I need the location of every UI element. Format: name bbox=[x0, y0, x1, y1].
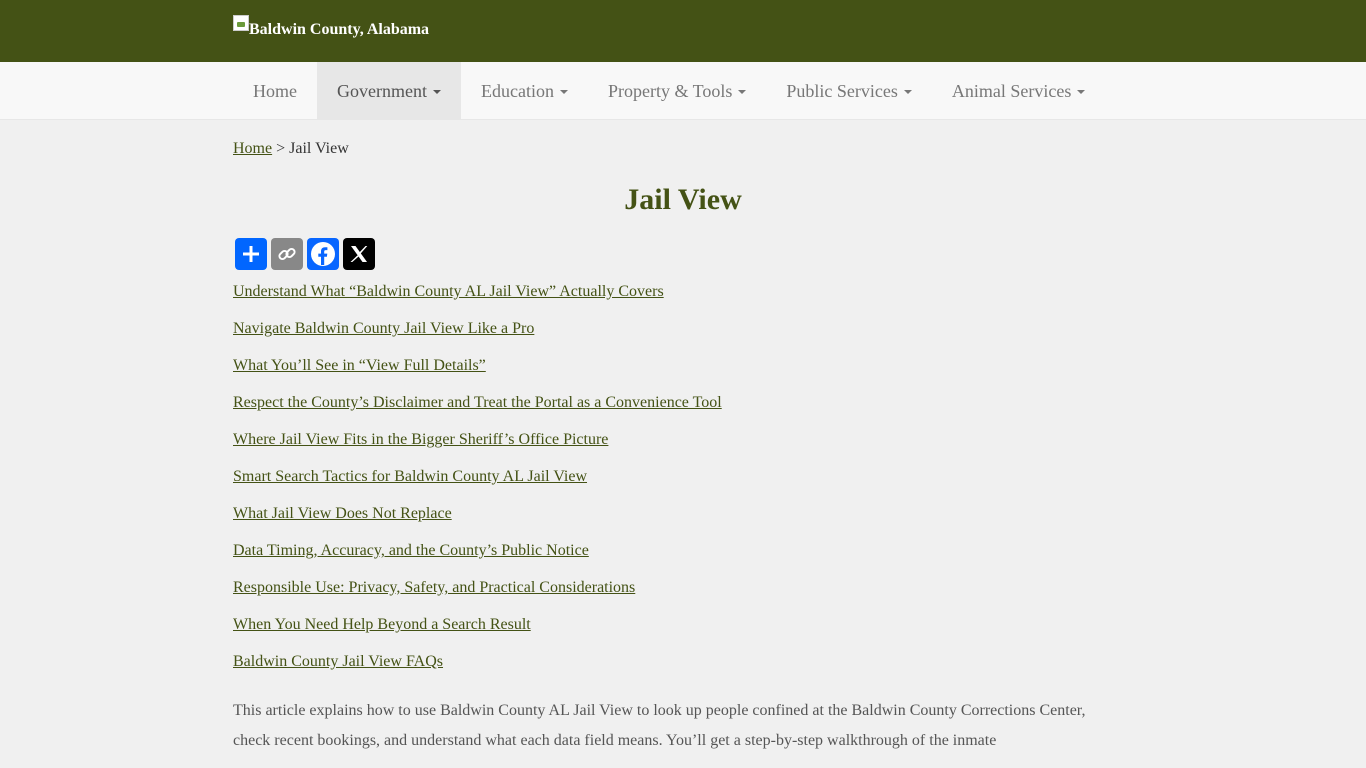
toc-link[interactable]: Where Jail View Fits in the Bigger Sheri… bbox=[233, 431, 608, 448]
nav-label: Animal Services bbox=[951, 80, 1072, 101]
x-icon bbox=[350, 246, 368, 262]
toc-item: Baldwin County Jail View FAQs bbox=[233, 651, 1133, 672]
toc-item: Data Timing, Accuracy, and the County’s … bbox=[233, 540, 1133, 561]
nav-label: Home bbox=[253, 80, 297, 101]
facebook-icon bbox=[311, 242, 335, 266]
toc-item: Smart Search Tactics for Baldwin County … bbox=[233, 466, 1133, 487]
caret-down-icon bbox=[738, 90, 747, 94]
caret-down-icon bbox=[432, 90, 441, 94]
page-title: Jail View bbox=[624, 183, 742, 216]
toc-link[interactable]: Data Timing, Accuracy, and the County’s … bbox=[233, 542, 589, 559]
toc-link[interactable]: Smart Search Tactics for Baldwin County … bbox=[233, 468, 587, 485]
share-icon bbox=[243, 246, 259, 262]
caret-down-icon bbox=[559, 90, 568, 94]
share-button[interactable] bbox=[235, 238, 267, 270]
main-content: Home > Jail View Jail View Understand Wh… bbox=[233, 120, 1133, 756]
breadcrumb-home-link[interactable]: Home bbox=[233, 140, 272, 157]
toc-link[interactable]: Responsible Use: Privacy, Safety, and Pr… bbox=[233, 579, 635, 596]
broken-image-icon bbox=[233, 15, 249, 31]
main-nav: Home Government Education Property & Too… bbox=[233, 62, 1105, 120]
toc-link[interactable]: Baldwin County Jail View FAQs bbox=[233, 653, 443, 670]
logo-alt-text: Baldwin County, Alabama bbox=[249, 21, 430, 38]
breadcrumb: Home > Jail View bbox=[233, 140, 1133, 158]
nav-item-home[interactable]: Home bbox=[233, 62, 317, 120]
toc-item: What You’ll See in “View Full Details” bbox=[233, 355, 1133, 376]
copy-link-button[interactable] bbox=[271, 238, 303, 270]
caret-down-icon bbox=[1077, 90, 1086, 94]
toc-item: Understand What “Baldwin County AL Jail … bbox=[233, 281, 1133, 302]
x-share-button[interactable] bbox=[343, 238, 375, 270]
toc-item: When You Need Help Beyond a Search Resul… bbox=[233, 614, 1133, 635]
toc-item: Navigate Baldwin County Jail View Like a… bbox=[233, 318, 1133, 339]
toc-item: Respect the County’s Disclaimer and Trea… bbox=[233, 392, 1133, 413]
toc-link[interactable]: When You Need Help Beyond a Search Resul… bbox=[233, 616, 531, 633]
toc-link[interactable]: What Jail View Does Not Replace bbox=[233, 505, 452, 522]
nav-item-public-services[interactable]: Public Services bbox=[766, 62, 931, 120]
nav-item-education[interactable]: Education bbox=[461, 62, 588, 120]
facebook-share-button[interactable] bbox=[307, 238, 339, 270]
copy-link-icon bbox=[278, 247, 296, 261]
toc-item: What Jail View Does Not Replace bbox=[233, 503, 1133, 524]
nav-label: Government bbox=[337, 80, 427, 101]
toc-item: Responsible Use: Privacy, Safety, and Pr… bbox=[233, 577, 1133, 598]
site-logo-link[interactable]: Baldwin County, Alabama bbox=[233, 15, 429, 38]
site-header: Baldwin County, Alabama bbox=[0, 0, 1366, 62]
share-buttons bbox=[235, 238, 1133, 270]
nav-item-government[interactable]: Government bbox=[317, 62, 461, 120]
toc-link[interactable]: Navigate Baldwin County Jail View Like a… bbox=[233, 320, 534, 337]
nav-item-property-tools[interactable]: Property & Tools bbox=[588, 62, 766, 120]
intro-paragraph: This article explains how to use Baldwin… bbox=[233, 702, 1086, 749]
nav-label: Property & Tools bbox=[607, 80, 733, 101]
toc-link[interactable]: Understand What “Baldwin County AL Jail … bbox=[233, 283, 664, 300]
toc-item: Where Jail View Fits in the Bigger Sheri… bbox=[233, 429, 1133, 450]
nav-item-animal-services[interactable]: Animal Services bbox=[932, 62, 1105, 120]
toc-link[interactable]: What You’ll See in “View Full Details” bbox=[233, 357, 486, 374]
main-navbar: Home Government Education Property & Too… bbox=[0, 62, 1366, 120]
caret-down-icon bbox=[903, 90, 912, 94]
toc-link[interactable]: Respect the County’s Disclaimer and Trea… bbox=[233, 394, 722, 411]
breadcrumb-separator: > bbox=[276, 140, 286, 157]
nav-label: Education bbox=[480, 80, 554, 101]
table-of-contents: Understand What “Baldwin County AL Jail … bbox=[233, 281, 1133, 672]
breadcrumb-current: Jail View bbox=[289, 140, 349, 157]
nav-label: Public Services bbox=[786, 80, 898, 101]
